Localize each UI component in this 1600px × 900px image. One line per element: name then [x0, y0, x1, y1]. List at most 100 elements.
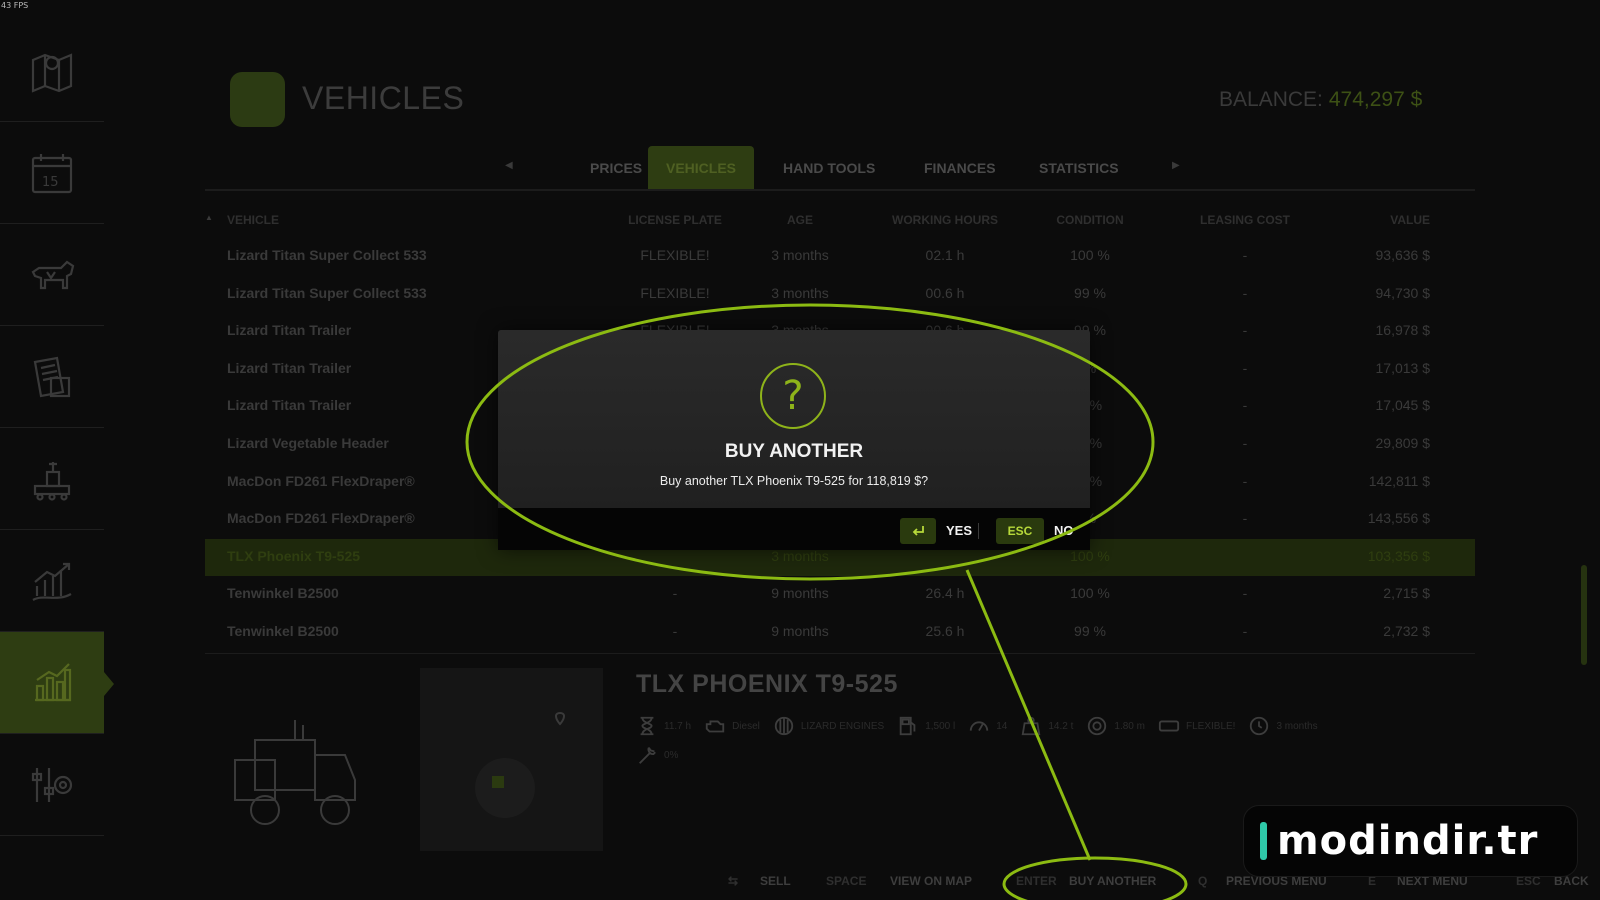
- question-icon: ?: [760, 363, 826, 429]
- dialog-title: BUY ANOTHER: [724, 441, 864, 462]
- col-leasing-cost[interactable]: LEASING COST: [1185, 213, 1305, 227]
- cell-age: 3 months: [771, 547, 829, 564]
- table-row[interactable]: Lizard Titan Super Collect 533 FLEXIBLE! 3…: [205, 238, 1475, 275]
- buy-another-key-hint: ENTER: [1016, 874, 1057, 888]
- speedometer-icon: [970, 721, 989, 732]
- cell-license-plate: -: [672, 623, 678, 639]
- sidebar-item-prices[interactable]: [0, 530, 104, 632]
- view-on-map-button[interactable]: VIEW ON MAP: [890, 874, 972, 888]
- page-logo: [230, 72, 285, 127]
- tab-next-arrow-icon[interactable]: ▶: [1172, 160, 1180, 171]
- cell-vehicle: Lizard Titan Super Collect 533: [227, 247, 427, 263]
- cell-working-hours: 25.6 h: [925, 623, 965, 639]
- cell-value: 29,809 $: [1375, 435, 1431, 451]
- cell-leasing-cost: -: [1242, 247, 1248, 263]
- cell-value: 143,556 $: [1367, 510, 1430, 527]
- sell-button[interactable]: SELL: [760, 874, 791, 888]
- tab-statistics[interactable]: STATISTICS: [1021, 146, 1137, 189]
- cell-value: 103,356 $: [1367, 547, 1430, 564]
- col-vehicle[interactable]: VEHICLE: [227, 213, 279, 227]
- tab-vehicles[interactable]: VEHICLES: [648, 146, 755, 189]
- sidebar-item-calendar[interactable]: 15: [0, 122, 104, 224]
- location-pin-icon: [475, 712, 566, 818]
- contracts-icon: [33, 356, 71, 397]
- wheel-icon: [1088, 716, 1107, 736]
- cell-vehicle: Lizard Titan Trailer: [227, 322, 352, 339]
- sidebar-item-animals[interactable]: [0, 224, 104, 326]
- cell-value: 16,978 $: [1375, 322, 1431, 339]
- table-divider: [205, 653, 1475, 654]
- no-button[interactable]: NO: [1054, 523, 1074, 538]
- watermark-text: modindir.tr: [1277, 818, 1539, 864]
- button-separator: [978, 523, 979, 539]
- hourglass-icon: [640, 716, 654, 736]
- balance-value: 474,297 $: [1328, 88, 1423, 111]
- cell-value: 93,636 $: [1375, 247, 1431, 263]
- buy-another-button[interactable]: BUY ANOTHER: [1069, 874, 1156, 888]
- col-working-hours[interactable]: WORKING HOURS: [885, 213, 1005, 227]
- spec-engine: LIZARD ENGINES: [773, 715, 884, 737]
- vehicle-detail-title: TLX PHOENIX T9-525: [636, 670, 898, 698]
- cell-vehicle: Lizard Titan Trailer: [227, 397, 352, 414]
- col-value[interactable]: VALUE: [1315, 213, 1430, 227]
- balance-label: BALANCE:: [1219, 88, 1323, 111]
- vehicle-specs: 11.7 h Diesel LIZARD ENGINES 1,500 l 14 …: [636, 712, 1318, 740]
- spec-age: 3 months: [1248, 715, 1318, 737]
- watermark: modindir.tr: [1243, 805, 1578, 877]
- cell-value: 17,013 $: [1375, 359, 1431, 376]
- tab-bar: ◀ PRICES VEHICLES HAND TOOLS FINANCES ST…: [205, 146, 1475, 191]
- sidebar: 15: [0, 20, 114, 850]
- production-icon: [33, 461, 71, 501]
- cell-leasing-cost: -: [1242, 397, 1248, 414]
- cell-value: 2,715 $: [1383, 585, 1430, 602]
- view-map-key-hint: SPACE: [826, 874, 867, 888]
- tab-hand-tools[interactable]: HAND TOOLS: [765, 146, 893, 189]
- cell-working-hours: 00.6 h: [925, 284, 965, 301]
- sidebar-item-contracts[interactable]: [0, 326, 104, 428]
- cell-leasing-cost: -: [1242, 472, 1248, 489]
- cell-vehicle: Tenwinkel B2500: [227, 585, 339, 602]
- cell-leasing-cost: -: [1242, 585, 1248, 602]
- watermark-bar: [1260, 822, 1267, 860]
- vehicle-image: [234, 720, 356, 825]
- table-row[interactable]: Tenwinkel B2500 - 9 months 25.6 h 99 % - 2,732…: [205, 614, 1475, 651]
- cell-vehicle: TLX Phoenix T9-525: [227, 547, 361, 564]
- yes-button[interactable]: YES: [946, 523, 972, 538]
- tab-prev-arrow-icon[interactable]: ◀: [505, 160, 513, 171]
- cell-leasing-cost: -: [1242, 322, 1248, 339]
- cow-icon: [31, 260, 75, 289]
- cell-condition: 99 %: [1074, 623, 1106, 639]
- tab-finances[interactable]: FINANCES: [906, 146, 1014, 189]
- page-title: VEHICLES: [302, 80, 465, 116]
- previous-menu-key-hint: Q: [1198, 874, 1208, 888]
- col-license-plate[interactable]: LICENSE PLATE: [615, 213, 735, 227]
- sort-arrow-icon[interactable]: ▲: [205, 213, 213, 222]
- buy-another-dialog: ? BUY ANOTHER Buy another TLX Phoenix T9…: [498, 330, 1090, 550]
- cell-working-hours: 02.1 h: [925, 247, 965, 263]
- cell-leasing-cost: -: [1242, 359, 1248, 376]
- spec-fuel-capacity: 1,500 l: [897, 715, 955, 737]
- cell-value: 2,732 $: [1383, 623, 1430, 639]
- fps-counter: 43 FPS: [1, 1, 29, 10]
- esc-key-hint[interactable]: ESC: [996, 518, 1044, 544]
- table-row[interactable]: Tenwinkel B2500 - 9 months 26.4 h 100 % - 2,71…: [205, 576, 1475, 613]
- scrollbar[interactable]: [1581, 565, 1587, 665]
- sidebar-item-settings[interactable]: [0, 734, 104, 836]
- tab-prices[interactable]: PRICES: [572, 146, 660, 189]
- engine-icon: [705, 720, 725, 733]
- sell-key-hint: ⇆: [728, 874, 739, 888]
- table-row[interactable]: Lizard Titan Super Collect 533 FLEXIBLE! 3…: [205, 276, 1475, 313]
- cell-condition: 100 %: [1070, 585, 1110, 602]
- sidebar-item-map[interactable]: [0, 20, 104, 122]
- col-age[interactable]: AGE: [745, 213, 855, 227]
- map-thumbnail[interactable]: [420, 668, 603, 851]
- spec-speed: 14: [968, 715, 1007, 737]
- cell-vehicle: MacDon FD261 FlexDraper®: [227, 510, 415, 527]
- sidebar-item-statistics[interactable]: [0, 632, 114, 734]
- col-condition[interactable]: CONDITION: [1035, 213, 1145, 227]
- cell-condition: 100 %: [1070, 547, 1110, 564]
- cell-value: 17,045 $: [1375, 397, 1431, 414]
- sidebar-item-production[interactable]: [0, 428, 104, 530]
- enter-key-icon[interactable]: [900, 518, 936, 544]
- cell-leasing-cost: -: [1242, 435, 1248, 451]
